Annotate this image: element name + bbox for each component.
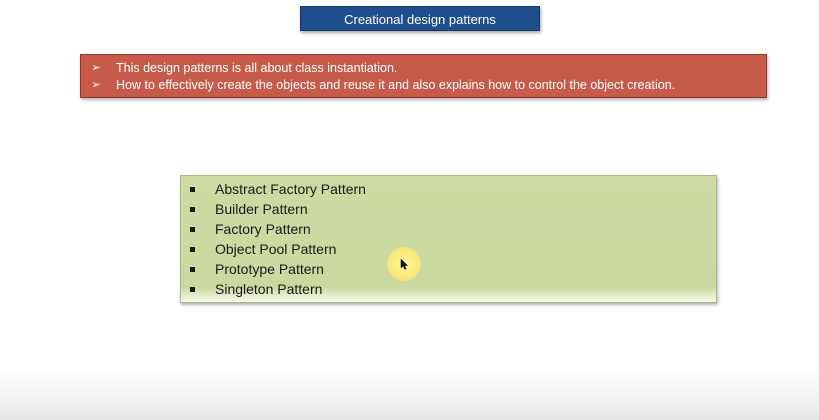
pattern-label: Prototype Pattern [215,261,324,277]
square-bullet-icon [190,267,195,272]
pattern-label: Object Pool Pattern [215,241,337,257]
square-bullet-icon [190,287,195,292]
pattern-label: Singleton Pattern [215,281,323,297]
square-bullet-icon [190,187,195,192]
intro-text-1: This design patterns is all about class … [116,61,398,75]
pattern-label: Abstract Factory Pattern [215,181,366,197]
slide-canvas: Creational design patterns ➢ This design… [0,0,819,420]
square-bullet-icon [190,207,195,212]
square-bullet-icon [190,227,195,232]
pattern-label: Builder Pattern [215,201,308,217]
slide-title: Creational design patterns [300,6,540,31]
arrow-bullet-icon: ➢ [91,79,101,91]
arrow-bullet-icon: ➢ [91,62,101,74]
square-bullet-icon [190,247,195,252]
intro-box: ➢ This design patterns is all about clas… [80,54,767,98]
intro-text-2: How to effectively create the objects an… [116,78,676,92]
mouse-pointer-icon [400,258,409,270]
patterns-list: Abstract Factory Pattern Builder Pattern… [180,175,717,303]
pattern-label: Factory Pattern [215,221,311,237]
